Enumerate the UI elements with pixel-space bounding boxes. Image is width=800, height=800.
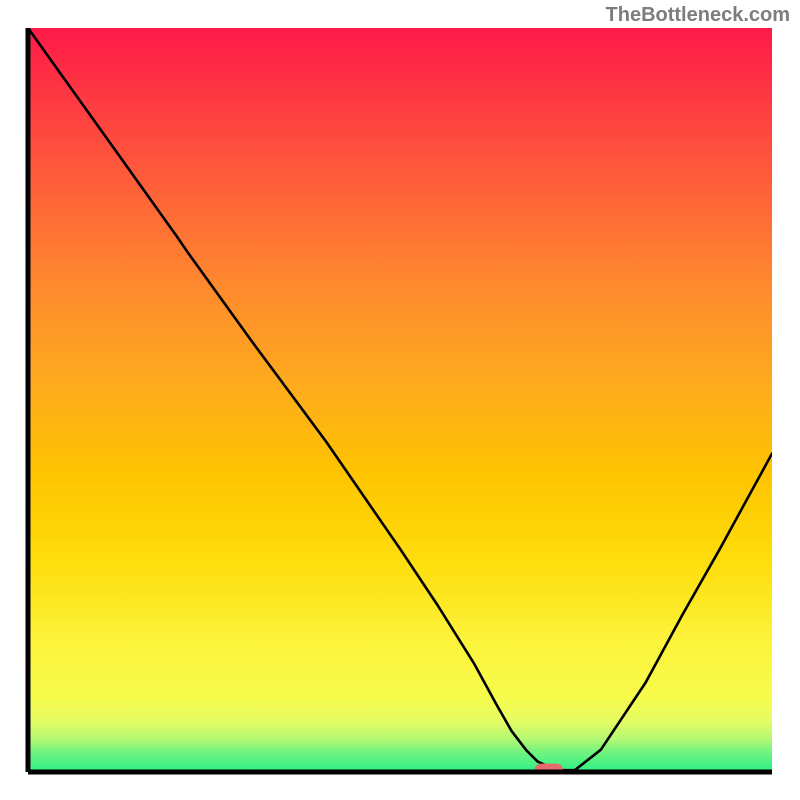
axes-svg xyxy=(0,0,800,800)
chart-container: TheBottleneck.com xyxy=(0,0,800,800)
watermark-text: TheBottleneck.com xyxy=(606,4,790,27)
